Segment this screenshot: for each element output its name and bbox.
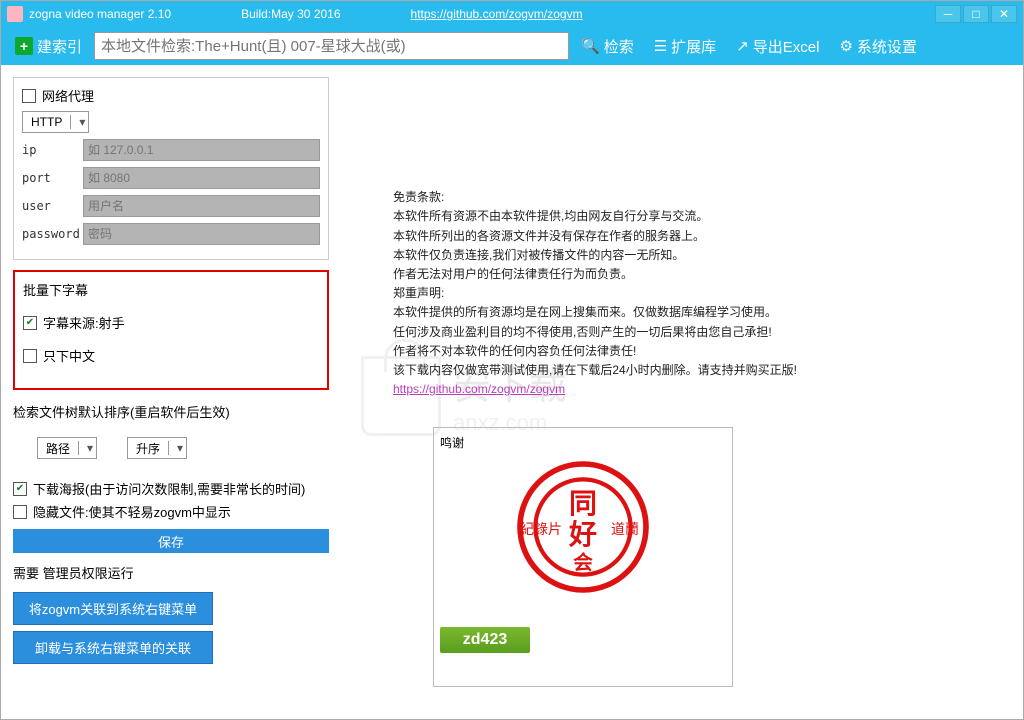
- svg-text:道蘭: 道蘭: [611, 521, 639, 537]
- chevron-down-icon: ▾: [70, 115, 88, 129]
- proxy-label: 网络代理: [42, 86, 94, 105]
- settings-button[interactable]: ⚙ 系统设置: [831, 31, 924, 62]
- export-label: 导出Excel: [753, 36, 820, 57]
- github-link[interactable]: https://github.com/zogvm/zogvm: [411, 7, 583, 21]
- hidden-file-label: 隐藏文件:使其不轻易zogvm中显示: [33, 502, 231, 521]
- password-input[interactable]: [83, 223, 320, 245]
- save-button[interactable]: 保存: [13, 529, 329, 553]
- proxy-panel: 网络代理 HTTP ▾ ip port user password: [13, 77, 329, 260]
- build-index-label: 建索引: [37, 36, 82, 57]
- sort-title: 检索文件树默认排序(重启软件后生效): [13, 402, 329, 421]
- close-button[interactable]: ✕: [991, 5, 1017, 23]
- build-index-button[interactable]: + 建索引: [7, 31, 90, 62]
- only-cn-label: 只下中文: [43, 346, 95, 365]
- build-info: Build:May 30 2016: [241, 7, 340, 21]
- search-input[interactable]: [94, 32, 569, 60]
- titlebar: zogna video manager 2.10 Build:May 30 20…: [1, 1, 1023, 27]
- thanks-title: 鸣谢: [440, 434, 726, 451]
- hidden-file-checkbox[interactable]: [13, 505, 27, 519]
- download-poster-label: 下载海报(由于访问次数限制,需要非常长的时间): [33, 479, 305, 498]
- uninstall-menu-button[interactable]: 卸载与系统右键菜单的关联: [13, 631, 213, 664]
- plus-icon: +: [15, 37, 33, 55]
- seal-icon: 同 好 会 紀錄片 道蘭: [513, 457, 653, 597]
- sort-order-select[interactable]: 升序▾: [127, 437, 187, 459]
- subtitle-panel: 批量下字幕 字幕来源:射手 只下中文: [13, 270, 329, 390]
- download-poster-checkbox[interactable]: [13, 482, 27, 496]
- list-icon: ☰: [654, 37, 667, 55]
- port-input[interactable]: [83, 167, 320, 189]
- maximize-button[interactable]: □: [963, 5, 989, 23]
- toolbar: + 建索引 🔍 检索 ☰ 扩展库 ↗ 导出Excel ⚙ 系统设置: [1, 27, 1023, 65]
- zd423-logo: zd423: [440, 627, 530, 653]
- thanks-panel: 鸣谢 同 好 会 紀錄片 道蘭 zd423: [433, 427, 733, 687]
- app-icon: [7, 6, 23, 22]
- admin-title: 需要 管理员权限运行: [13, 563, 329, 582]
- user-input[interactable]: [83, 195, 320, 217]
- disclaimer-text: 免责条款: 本软件所有资源不由本软件提供,均由网友自行分享与交流。 本软件所列出…: [393, 169, 1011, 399]
- search-label: 检索: [604, 36, 634, 57]
- app-title: zogna video manager 2.10: [29, 7, 171, 21]
- ext-lib-button[interactable]: ☰ 扩展库: [646, 31, 724, 62]
- svg-text:会: 会: [573, 551, 593, 574]
- svg-text:同: 同: [569, 488, 597, 519]
- proxy-checkbox[interactable]: [22, 89, 36, 103]
- chevron-down-icon: ▾: [168, 441, 186, 455]
- subtitle-source-label: 字幕来源:射手: [43, 313, 125, 332]
- subtitle-title: 批量下字幕: [23, 280, 319, 299]
- only-cn-checkbox[interactable]: [23, 349, 37, 363]
- export-excel-button[interactable]: ↗ 导出Excel: [728, 31, 827, 62]
- subtitle-source-checkbox[interactable]: [23, 316, 37, 330]
- minimize-button[interactable]: ─: [935, 5, 961, 23]
- svg-text:紀錄片: 紀錄片: [520, 521, 562, 537]
- export-icon: ↗: [736, 37, 749, 55]
- ext-lib-label: 扩展库: [671, 36, 716, 57]
- ip-input[interactable]: [83, 139, 320, 161]
- associate-menu-button[interactable]: 将zogvm关联到系统右键菜单: [13, 592, 213, 625]
- proxy-type-select[interactable]: HTTP ▾: [22, 111, 89, 133]
- settings-label: 系统设置: [857, 36, 917, 57]
- gear-icon: ⚙: [839, 37, 852, 55]
- sort-by-select[interactable]: 路径▾: [37, 437, 97, 459]
- search-icon: 🔍: [581, 37, 600, 55]
- search-button[interactable]: 🔍 检索: [573, 31, 642, 62]
- disclaimer-link[interactable]: https://github.com/zogvm/zogvm: [393, 382, 565, 396]
- sort-panel: 检索文件树默认排序(重启软件后生效) 路径▾ 升序▾: [13, 402, 329, 459]
- svg-text:好: 好: [568, 519, 597, 550]
- chevron-down-icon: ▾: [78, 441, 96, 455]
